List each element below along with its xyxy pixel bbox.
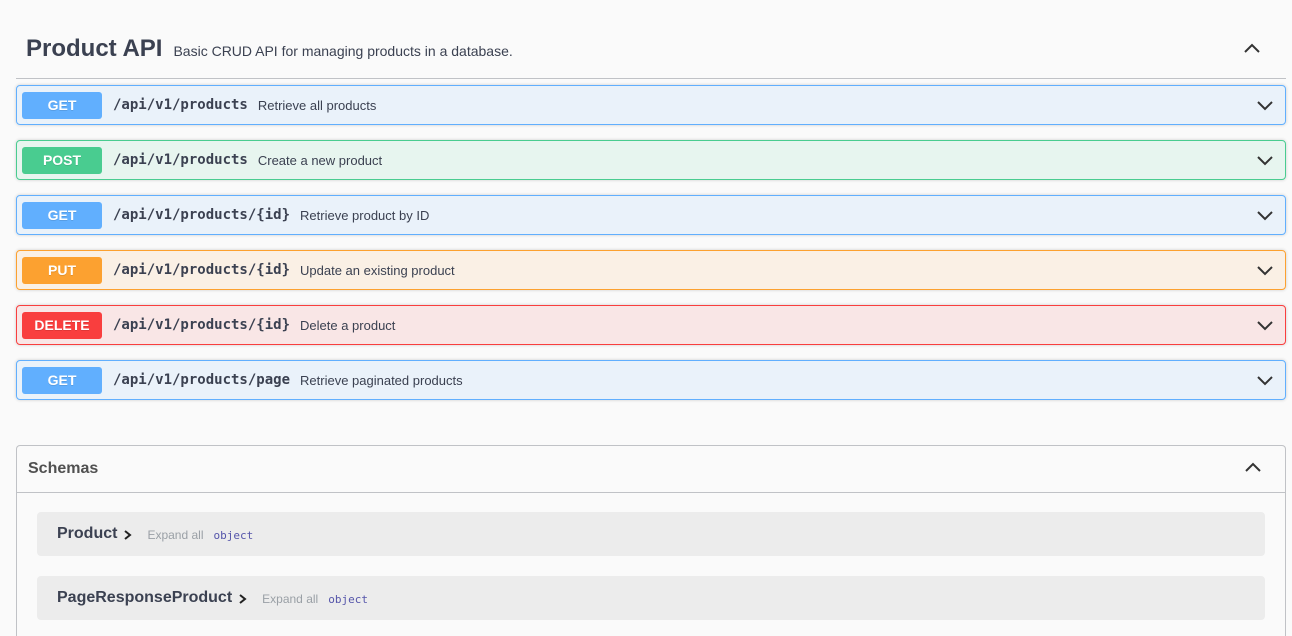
- chevron-right-icon[interactable]: [236, 592, 250, 606]
- chevron-down-icon[interactable]: [1253, 258, 1277, 282]
- operation-get-products-page[interactable]: GET /api/v1/products/page Retrieve pagin…: [16, 360, 1286, 400]
- operation-path: /api/v1/products/page: [113, 372, 291, 388]
- chevron-down-icon[interactable]: [1253, 368, 1277, 392]
- operation-path: /api/v1/products: [113, 97, 248, 113]
- chevron-down-icon[interactable]: [1253, 313, 1277, 337]
- operation-path: /api/v1/products: [113, 152, 248, 168]
- operation-summary: Delete a product: [300, 317, 396, 333]
- method-badge-get: GET: [22, 201, 102, 229]
- operation-put-product[interactable]: PUT /api/v1/products/{id} Update an exis…: [16, 250, 1286, 290]
- operation-summary: Retrieve all products: [257, 97, 377, 113]
- tag-description: Basic CRUD API for managing products in …: [173, 42, 513, 59]
- model-type: object: [213, 528, 254, 542]
- schemas-header[interactable]: Schemas: [17, 446, 1285, 493]
- method-badge-get: GET: [22, 91, 102, 119]
- operation-summary: Update an existing product: [300, 262, 455, 278]
- operation-post-products[interactable]: POST /api/v1/products Create a new produ…: [16, 140, 1286, 180]
- chevron-up-icon[interactable]: [1240, 37, 1264, 61]
- method-badge-get: GET: [22, 366, 102, 394]
- operation-summary: Retrieve paginated products: [300, 372, 463, 388]
- chevron-down-icon[interactable]: [1253, 148, 1277, 172]
- schemas-title: Schemas: [28, 460, 99, 477]
- operation-get-product-by-id[interactable]: GET /api/v1/products/{id} Retrieve produ…: [16, 195, 1286, 235]
- operations-list: GET /api/v1/products Retrieve all produc…: [16, 85, 1286, 415]
- chevron-down-icon[interactable]: [1253, 203, 1277, 227]
- schemas-section: Schemas Product Expand all object PageRe…: [16, 445, 1286, 636]
- expand-all-button[interactable]: Expand all: [262, 592, 318, 606]
- operation-path: /api/v1/products/{id}: [113, 262, 291, 278]
- operation-summary: Create a new product: [257, 152, 383, 168]
- operation-summary: Retrieve product by ID: [300, 207, 430, 223]
- method-badge-put: PUT: [22, 256, 102, 284]
- chevron-right-icon[interactable]: [121, 528, 135, 542]
- chevron-up-icon[interactable]: [1241, 456, 1265, 480]
- operation-get-products[interactable]: GET /api/v1/products Retrieve all produc…: [16, 85, 1286, 125]
- operation-path: /api/v1/products/{id}: [113, 317, 291, 333]
- model-name[interactable]: PageResponseProduct: [57, 589, 232, 607]
- operation-delete-product[interactable]: DELETE /api/v1/products/{id} Delete a pr…: [16, 305, 1286, 345]
- model-name[interactable]: Product: [57, 525, 117, 543]
- tag-title[interactable]: Product API: [26, 35, 162, 63]
- expand-all-button[interactable]: Expand all: [147, 528, 203, 542]
- operation-path: /api/v1/products/{id}: [113, 207, 291, 223]
- tag-header-product-api[interactable]: Product API Basic CRUD API for managing …: [16, 20, 1286, 79]
- model-type: object: [328, 592, 368, 606]
- method-badge-post: POST: [22, 146, 102, 174]
- swagger-page: Product API Basic CRUD API for managing …: [0, 0, 1292, 636]
- model-page-response-product[interactable]: PageResponseProduct Expand all object: [37, 576, 1265, 620]
- chevron-down-icon[interactable]: [1253, 93, 1277, 117]
- method-badge-delete: DELETE: [22, 311, 102, 339]
- model-product[interactable]: Product Expand all object: [37, 512, 1265, 556]
